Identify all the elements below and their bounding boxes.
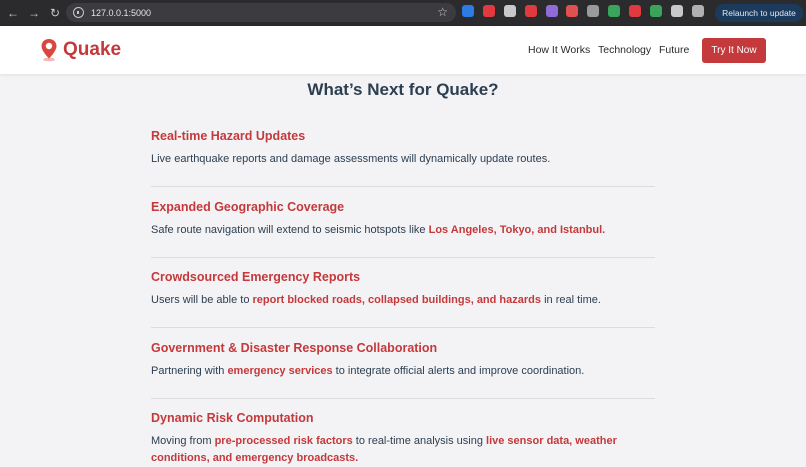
feature-item: Real-time Hazard Updates Live earthquake… [151,129,655,168]
feature-item: Government & Disaster Response Collabora… [151,341,655,380]
extension-icon[interactable] [482,5,495,17]
feature-description: Safe route navigation will extend to sei… [151,222,655,239]
bookmark-star-icon[interactable]: ☆ [437,5,448,19]
extension-icon[interactable] [587,5,600,17]
address-url: 127.0.0.1:5000 [91,7,152,18]
description-text: Live earthquake reports and damage asses… [151,153,551,165]
try-it-now-button[interactable]: Try It Now [702,38,766,63]
feature-item: Expanded Geographic Coverage Safe route … [151,200,655,239]
address-bar[interactable]: 127.0.0.1:5000 ☆ [66,3,456,22]
extension-icon[interactable] [503,5,516,17]
extension-icon[interactable] [462,5,474,17]
feature-title: Expanded Geographic Coverage [151,200,345,214]
nav-how-it-works[interactable]: How It Works [528,44,590,56]
feature-description: Users will be able to report blocked roa… [151,292,655,309]
nav-technology[interactable]: Technology [598,44,651,56]
back-arrow-icon[interactable]: ← [4,4,22,22]
extension-icon[interactable] [650,5,663,17]
feature-description: Live earthquake reports and damage asses… [151,151,655,168]
extension-icon[interactable] [670,5,683,17]
divider [151,257,655,258]
extension-icon[interactable] [524,5,537,17]
brand-name: Quake [63,39,122,60]
brand-logo[interactable]: Quake [40,38,121,62]
forward-arrow-icon[interactable]: → [25,4,43,22]
feature-title: Dynamic Risk Computation [151,411,314,425]
feature-description: Partnering with emergency services to in… [151,363,655,380]
site-info-icon[interactable] [73,7,84,18]
feature-title: Government & Disaster Response Collabora… [151,341,438,355]
feature-title: Crowdsourced Emergency Reports [151,270,361,284]
feature-item: Dynamic Risk Computation Moving from pre… [151,411,655,467]
browser-toolbar: ← → ↻ 127.0.0.1:5000 ☆ Relaunch to updat… [0,0,806,26]
extension-icon[interactable] [545,5,558,17]
main-content: What’s Next for Quake? Real-time Hazard … [0,74,806,467]
divider [151,186,655,187]
description-text: Users will be able to [151,294,253,306]
extension-icon[interactable] [608,5,621,17]
description-text: in real time. [541,294,601,306]
feature-item: Crowdsourced Emergency Reports Users wil… [151,270,655,309]
highlighted-text: Los Angeles, Tokyo, and Istanbul. [428,224,606,236]
map-pin-icon [41,39,57,62]
nav-future[interactable]: Future [659,44,689,56]
page-title: What’s Next for Quake? [307,80,499,99]
reload-icon[interactable]: ↻ [46,4,64,22]
extensions-bar [462,5,713,17]
highlighted-text: emergency services [227,365,333,377]
extension-icon[interactable] [691,5,704,17]
divider [151,398,655,399]
site-header: Quake How It Works Technology Future Try… [0,26,806,74]
description-text: Moving from [151,435,215,447]
description-text: Safe route navigation will extend to sei… [151,224,429,236]
feature-title: Real-time Hazard Updates [151,129,306,143]
highlighted-text: pre-processed risk factors [214,435,353,447]
relaunch-button[interactable]: Relaunch to update [715,4,803,22]
description-text: Partnering with [151,365,228,377]
feature-description: Moving from pre-processed risk factors t… [151,433,655,467]
extension-icon[interactable] [629,5,642,17]
divider [151,327,655,328]
description-text: to integrate official alerts and improve… [332,365,585,377]
highlighted-text: report blocked roads, collapsed building… [252,294,542,306]
extension-icon[interactable] [566,5,579,17]
description-text: to real-time analysis using [352,435,487,447]
